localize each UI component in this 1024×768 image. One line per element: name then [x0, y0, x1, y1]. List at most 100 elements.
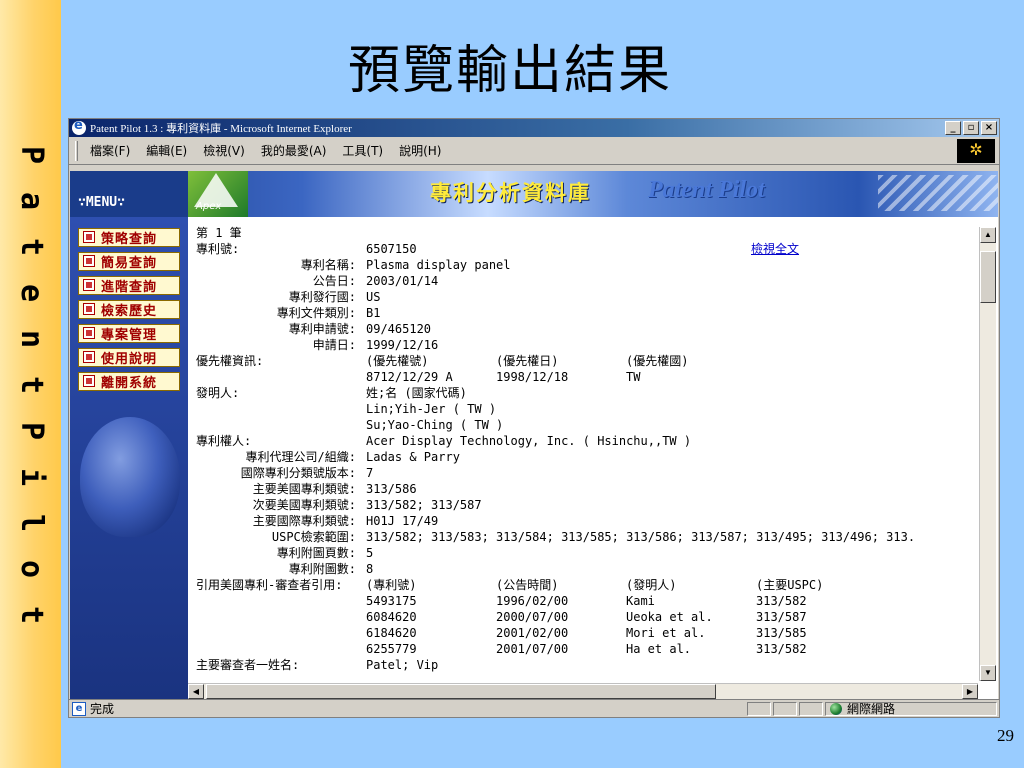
citation-row: 6184620 2001/02/00 Mori et al. 313/585 [196, 625, 976, 641]
globe-icon [830, 702, 842, 715]
field-value: 6507150 [366, 242, 417, 256]
priority-header: (優先權國) [626, 354, 689, 368]
field-value: US [366, 290, 381, 304]
scroll-left-icon[interactable]: ◀ [188, 684, 204, 699]
nav-item-search-history[interactable]: 檢索歷史 [70, 297, 184, 321]
nav-label: 簡易查詢 [101, 255, 158, 271]
field-label: 專利權人: [196, 434, 252, 448]
field-value: 313/582; 313/587 [366, 498, 482, 512]
priority-header: (優先權號) [366, 354, 429, 368]
nav-item-advanced-search[interactable]: 進階查詢 [70, 273, 184, 297]
citation-cell: 2000/07/00 [496, 610, 569, 624]
citation-cell: 1996/02/00 [496, 594, 569, 608]
page-done-icon: e [72, 701, 86, 716]
vertical-scrollbar[interactable]: ▲ ▼ [979, 227, 996, 681]
record-heading: 第 1 筆 [196, 226, 242, 240]
scroll-right-icon[interactable]: ▶ [962, 684, 978, 699]
restore-button[interactable]: ▫ [963, 121, 979, 135]
menu-favorites[interactable]: 我的最愛(A) [253, 142, 335, 159]
citation-cell: 6084620 [366, 610, 417, 624]
nav-label: 進階查詢 [101, 279, 158, 295]
scroll-up-icon[interactable]: ▲ [980, 227, 996, 243]
scroll-down-icon[interactable]: ▼ [980, 665, 996, 681]
field-label: 專利附圖頁數: [276, 546, 356, 560]
citation-cell: 313/585 [756, 626, 807, 640]
field-label: 專利附圖數: [288, 562, 356, 576]
side-stripe: P a t e n t P i l o t [0, 0, 61, 768]
side-letter: i [13, 467, 49, 487]
nav-label: 使用說明 [101, 351, 158, 367]
nav-item-simple-search[interactable]: 簡易查詢 [70, 249, 184, 273]
menu-bar: 檔案(F) 編輯(E) 檢視(V) 我的最愛(A) 工具(T) 說明(H) ✲ [69, 137, 999, 165]
menu-file[interactable]: 檔案(F) [82, 142, 138, 159]
record-detail: 第 1 筆 專利號: 6507150 檢視全文 專利名稱: Plasma disp… [196, 225, 976, 685]
field-value: 7 [366, 466, 374, 480]
field-value: Acer Display Technology, Inc. ( Hsinchu,… [366, 434, 692, 448]
toolbar-grip[interactable] [75, 140, 78, 161]
inventor-header: 姓;名 (國家代碼) [366, 386, 467, 400]
minimize-button[interactable]: _ [945, 121, 961, 135]
apex-label: Apex [196, 201, 222, 212]
priority-value: TW [626, 370, 641, 384]
field-value: 8 [366, 562, 374, 576]
citation-cell: 6184620 [366, 626, 417, 640]
close-button[interactable]: × [981, 121, 997, 135]
field-value: 2003/01/14 [366, 274, 439, 288]
priority-value: 1998/12/18 [496, 370, 569, 384]
nav-bullet-icon [83, 375, 95, 387]
field-value: H01J 17/49 [366, 514, 439, 528]
priority-label: 優先權資訊: [196, 354, 264, 368]
priority-value: 8712/12/29 A [366, 370, 453, 384]
citation-cell: Ueoka et al. [626, 610, 713, 624]
field-label: 公告日: [312, 274, 356, 288]
field-value: 313/582; 313/583; 313/584; 313/585; 313/… [366, 530, 916, 544]
nav-bullet-icon [83, 279, 95, 291]
field-value: Ladas & Parry [366, 450, 460, 464]
browser-window: Patent Pilot 1.3 : 專利資料庫 - Microsoft Int… [68, 118, 1000, 718]
field-value: 1999/12/16 [366, 338, 439, 352]
nav-item-strategy-search[interactable]: 策略查詢 [70, 225, 184, 249]
nav-item-exit[interactable]: 離開系統 [70, 369, 184, 393]
status-pane [799, 701, 823, 716]
horizontal-scrollbar[interactable]: ◀ ▶ [188, 683, 978, 699]
citation-cell: Kami [626, 594, 655, 608]
priority-header: (優先權日) [496, 354, 559, 368]
menu-tools[interactable]: 工具(T) [334, 142, 391, 159]
citation-cell: 313/582 [756, 594, 807, 608]
field-value: 313/586 [366, 482, 417, 496]
field-label: 主要美國專利類號: [252, 482, 356, 496]
left-nav: 策略查詢 簡易查詢 進階查詢 檢索歷史 專案管理 使用說明 離開系統 [70, 217, 188, 699]
vertical-scroll-thumb[interactable] [980, 251, 996, 303]
menu-edit[interactable]: 編輯(E) [138, 142, 195, 159]
field-value: 09/465120 [366, 322, 432, 336]
nav-item-help[interactable]: 使用說明 [70, 345, 184, 369]
inventor-name: Lin;Yih-Jer ( TW ) [366, 402, 497, 416]
status-bar: e 完成 網際網路 [69, 699, 999, 717]
side-letter: t [13, 375, 49, 395]
field-value: B1 [366, 306, 381, 320]
field-value: 5 [366, 546, 374, 560]
inventor-name: Su;Yao-Ching ( TW ) [366, 418, 504, 432]
field-label: 申請日: [312, 338, 356, 352]
side-letter: n [13, 329, 49, 349]
citation-row: 6084620 2000/07/00 Ueoka et al. 313/587 [196, 609, 976, 625]
menu-view[interactable]: 檢視(V) [195, 142, 253, 159]
view-full-text-link[interactable]: 檢視全文 [751, 242, 799, 256]
mouse-image [80, 417, 180, 537]
nav-bullet-icon [83, 303, 95, 315]
status-text: 完成 [90, 702, 115, 716]
title-bar[interactable]: Patent Pilot 1.3 : 專利資料庫 - Microsoft Int… [69, 118, 999, 137]
nav-label: 離開系統 [101, 375, 158, 391]
nav-bullet-icon [83, 351, 95, 363]
field-label: 專利名稱: [300, 258, 356, 272]
citation-header: (公告時間) [496, 578, 559, 592]
citation-cell: Mori et al. [626, 626, 706, 640]
page-content: ∵MENU∵ Apex 專利分析資料庫 Patent Pilot 策略查詢 簡易… [70, 171, 998, 699]
horizontal-scroll-thumb[interactable] [206, 684, 716, 699]
field-label: 專利申請號: [288, 322, 356, 336]
field-label: 專利發行國: [288, 290, 356, 304]
zone-label: 網際網路 [847, 702, 896, 716]
citation-row: 5493175 1996/02/00 Kami 313/582 [196, 593, 976, 609]
nav-item-project-management[interactable]: 專案管理 [70, 321, 184, 345]
menu-help[interactable]: 說明(H) [391, 142, 449, 159]
